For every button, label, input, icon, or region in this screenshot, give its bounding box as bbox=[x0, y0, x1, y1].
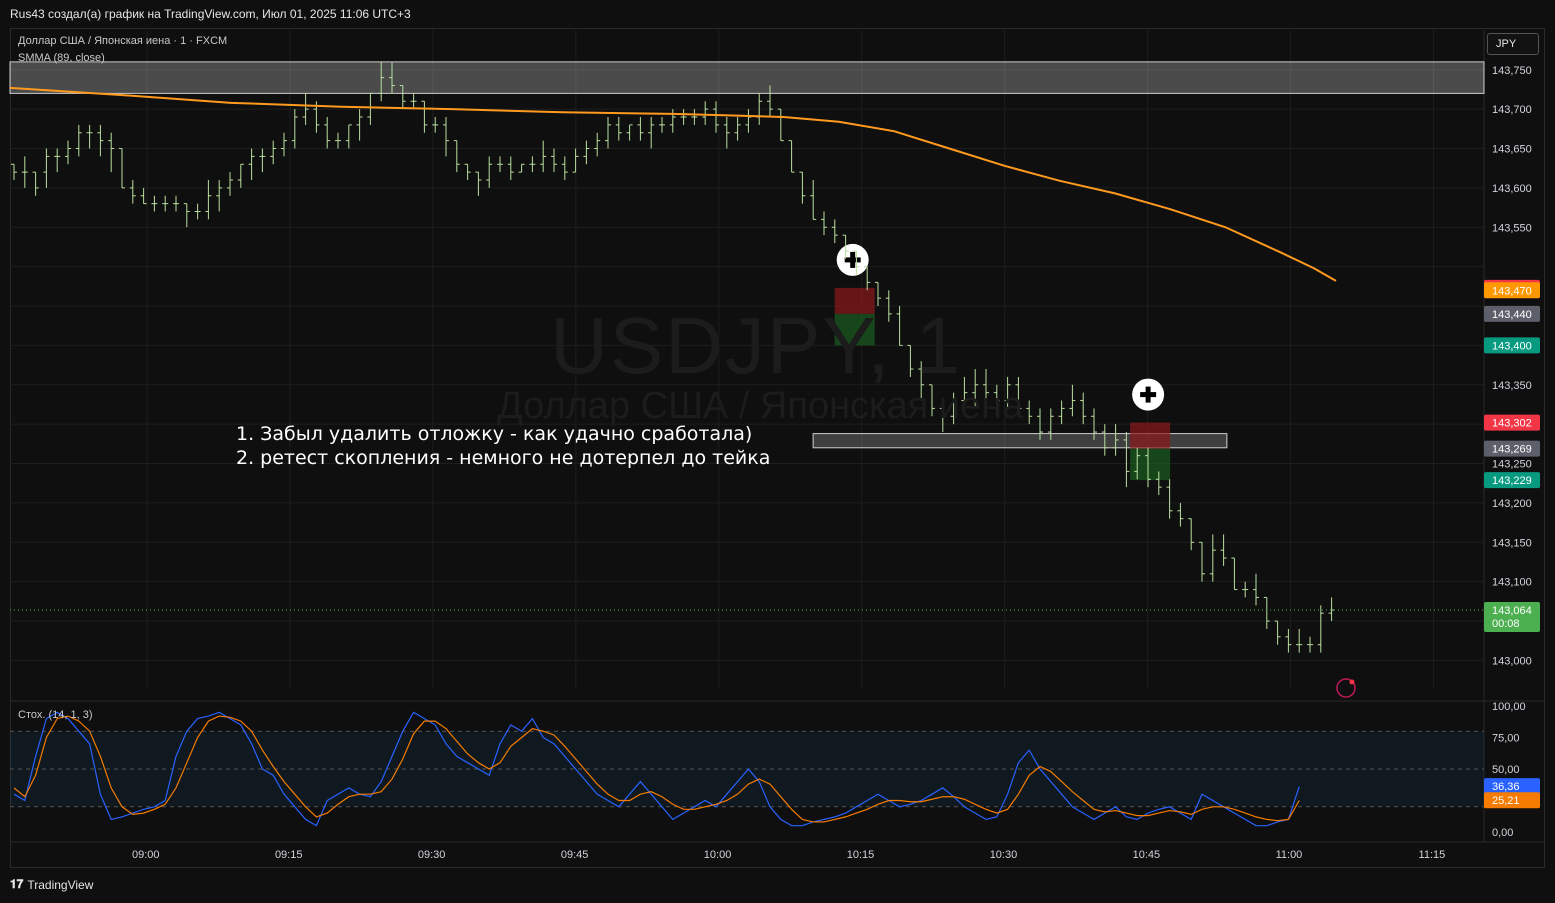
time-tick-label: 09:15 bbox=[275, 849, 303, 861]
price-tick-label: 143,750 bbox=[1492, 65, 1532, 77]
smma-legend[interactable]: SMMA (89, close) bbox=[18, 52, 105, 64]
stochastic-k-value: 36,36 bbox=[1492, 781, 1520, 793]
time-tick-label: 09:45 bbox=[561, 849, 589, 861]
price-label-text: 143,470 bbox=[1492, 285, 1532, 297]
price-tick-label: 143,700 bbox=[1492, 104, 1532, 116]
chart-canvas[interactable]: 143,750 143,700 143,650 143,600 143,550 143,3… bbox=[0, 0, 1555, 903]
price-tick-label: 143,200 bbox=[1492, 498, 1532, 510]
stochastic-tick-label: 50,00 bbox=[1492, 764, 1520, 776]
price-tick-label: 143,550 bbox=[1492, 222, 1532, 234]
tradingview-logo-icon: 𝟏𝟕 bbox=[10, 877, 24, 891]
time-tick-label: 10:45 bbox=[1133, 849, 1161, 861]
stochastic-d-value: 25,21 bbox=[1492, 795, 1520, 807]
stochastic-tick-label: 75,00 bbox=[1492, 733, 1520, 745]
footer-brand-text: TradingView bbox=[27, 877, 94, 892]
price-tick-label: 143,150 bbox=[1492, 537, 1532, 549]
annotation-line-1: 1. Забыл удалить отложку - как удачно ср… bbox=[236, 423, 753, 445]
price-label-text: 143,229 bbox=[1492, 475, 1532, 487]
time-tick-label: 10:00 bbox=[704, 849, 732, 861]
time-tick-label: 10:30 bbox=[990, 849, 1018, 861]
price-tick-label: 143,350 bbox=[1492, 380, 1532, 392]
price-label-text: 143,440 bbox=[1492, 309, 1532, 321]
price-tick-label: 143,100 bbox=[1492, 577, 1532, 589]
plus-marker-icon bbox=[850, 251, 856, 268]
annotation-line-2: 2. ретест скопления - немного не дотерпе… bbox=[236, 447, 771, 469]
take-profit-box bbox=[1130, 448, 1171, 481]
currency-button[interactable]: JPY bbox=[1487, 33, 1539, 55]
plus-marker-icon bbox=[1145, 386, 1151, 403]
support-zone bbox=[9, 61, 1485, 94]
price-label-text: 143,400 bbox=[1492, 340, 1532, 352]
price-label-text: 143,302 bbox=[1492, 418, 1532, 430]
price-label-text: 143,269 bbox=[1492, 444, 1532, 456]
watermark-symbol: USDJPY, 1 bbox=[550, 301, 963, 390]
stochastic-tick-label: 100,00 bbox=[1492, 701, 1526, 713]
footer-branding[interactable]: 𝟏𝟕 TradingView bbox=[10, 877, 93, 892]
stochastic-legend[interactable]: Стох. (14, 1, 3) bbox=[18, 709, 93, 721]
stochastic-tick-label: 0,00 bbox=[1492, 827, 1513, 839]
stop-loss-box bbox=[1130, 422, 1171, 449]
annotation-note[interactable]: 1. Забыл удалить отложку - как удачно ср… bbox=[236, 422, 770, 470]
symbol-legend[interactable]: Доллар США / Японская иена · 1 · FXCM bbox=[18, 35, 227, 47]
time-tick-label: 11:00 bbox=[1276, 849, 1303, 861]
price-tick-label: 143,650 bbox=[1492, 144, 1532, 156]
lightning-alert-dot bbox=[1349, 679, 1355, 685]
time-tick-label: 09:30 bbox=[418, 849, 446, 861]
time-tick-label: 10:15 bbox=[847, 849, 875, 861]
price-tick-label: 143,600 bbox=[1492, 183, 1532, 195]
time-tick-label: 09:00 bbox=[132, 849, 160, 861]
countdown-text: 00:08 bbox=[1492, 618, 1520, 630]
price-tick-label: 143,000 bbox=[1492, 655, 1532, 667]
price-tick-label: 143,250 bbox=[1492, 459, 1532, 471]
price-label-text: 143,064 bbox=[1492, 605, 1532, 617]
time-tick-label: 11:15 bbox=[1419, 849, 1446, 861]
